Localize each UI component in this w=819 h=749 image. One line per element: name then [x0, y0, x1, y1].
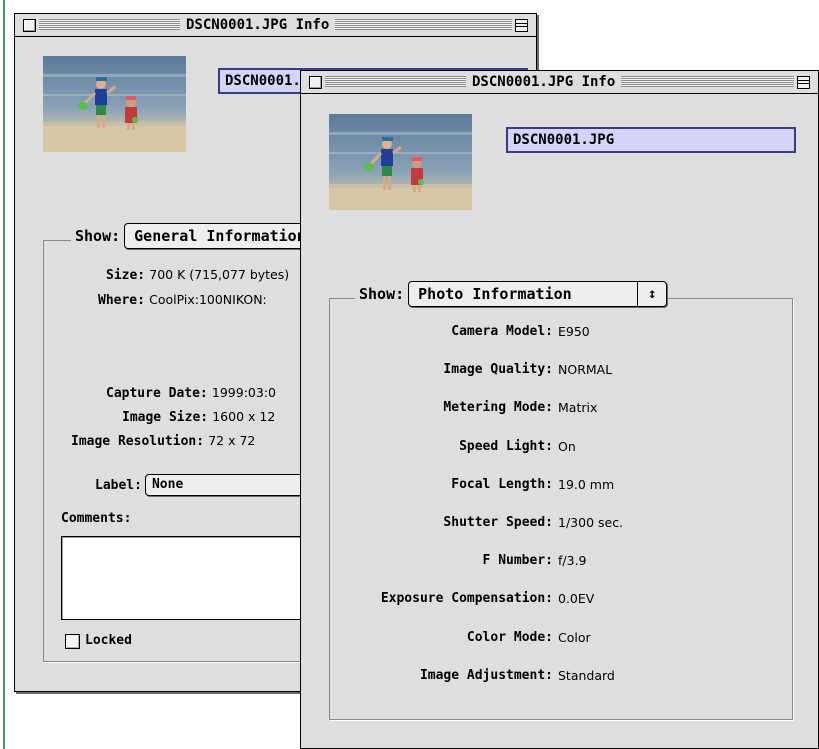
capture-date-row: Capture Date: 1999:03:0 — [106, 384, 276, 402]
photo-thumbnail — [43, 56, 186, 152]
locked-checkbox[interactable] — [65, 634, 80, 649]
photo-field-value: E950 — [558, 324, 590, 339]
name-field[interactable]: DSCN0001.JPG — [506, 127, 796, 153]
photo-field-label: Color Mode: — [466, 629, 553, 645]
photo-field-value: 1/300 sec. — [558, 515, 624, 530]
capture-date-label: Capture Date: — [106, 386, 208, 401]
photo-field-label: F Number: — [482, 553, 553, 569]
locked-row: Locked — [85, 632, 132, 650]
image-resolution-value: 72 x 72 — [208, 433, 256, 448]
photo-thumbnail — [329, 114, 472, 210]
show-label: Show: — [71, 227, 125, 245]
photo-field-row: Color Mode: Color — [301, 629, 819, 647]
label-popup-value: None — [151, 477, 184, 492]
photo-field-row: Shutter Speed: 1/300 sec. — [301, 514, 819, 532]
size-label: Size: — [106, 268, 146, 283]
comments-label: Comments: — [61, 511, 132, 526]
photo-field-label: Shutter Speed: — [443, 515, 553, 530]
photo-field-label: Metering Mode: — [443, 400, 553, 416]
where-value: CoolPix:100NIKON: — [149, 292, 267, 307]
photo-field-value: Standard — [558, 667, 615, 683]
photo-field-label: Focal Length: — [451, 476, 553, 492]
image-resolution-row: Image Resolution: 72 x 72 — [71, 432, 255, 450]
show-row: Show: Photo Information ↕ — [355, 281, 668, 307]
photo-field-row: Focal Length: 19.0 mm — [301, 476, 819, 494]
photo-field-row: Exposure Compensation: 0.0EV — [301, 590, 819, 608]
photo-field-value: Color — [558, 629, 591, 645]
back-title-bar[interactable]: DSCN0001.JPG Info — [15, 14, 536, 37]
close-box-icon[interactable] — [23, 19, 36, 32]
close-box-icon[interactable] — [309, 76, 322, 89]
size-row: Size: 700 K (715,077 bytes) — [106, 266, 289, 284]
where-row: Where: CoolPix:100NIKON: — [98, 291, 267, 309]
photo-field-value: 0.0EV — [558, 591, 595, 607]
photo-field-value: Matrix — [558, 400, 598, 416]
photo-field-value: 19.0 mm — [558, 476, 615, 492]
locked-label: Locked — [85, 633, 132, 648]
photo-field-row: Image Quality: NORMAL — [301, 361, 819, 379]
photo-field-label: Image Adjustment: — [419, 667, 553, 683]
window-title: DSCN0001.JPG Info — [180, 16, 336, 34]
image-resolution-label: Image Resolution: — [71, 434, 205, 449]
photo-field-row: F Number: f/3.9 — [301, 552, 819, 570]
window-title: DSCN0001.JPG Info — [466, 73, 622, 91]
image-size-row: Image Size: 1600 x 12 — [122, 408, 275, 426]
popup-arrows-icon: ↕ — [637, 282, 666, 306]
show-popup-value: Photo Information — [418, 285, 572, 303]
front-title-bar[interactable]: DSCN0001.JPG Info — [301, 71, 818, 94]
photo-field-value: f/3.9 — [558, 553, 587, 569]
zoom-box-icon[interactable] — [515, 19, 528, 32]
show-label: Show: — [355, 285, 409, 303]
label-label: Label: — [95, 477, 142, 493]
photo-field-row: Image Adjustment: Standard — [301, 667, 819, 685]
image-size-value: 1600 x 12 — [212, 409, 276, 424]
photo-field-label: Camera Model: — [451, 324, 553, 339]
show-popup-value: General Information — [134, 227, 306, 245]
photo-field-label: Exposure Compensation: — [380, 591, 553, 607]
front-info-window[interactable]: DSCN0001.JPG Info DSCN0001.JPG Show: Pho… — [300, 70, 819, 749]
photo-field-label: Speed Light: — [459, 438, 553, 454]
comments-row: Comments: — [61, 510, 131, 528]
photo-field-row: Speed Light: On — [301, 438, 819, 456]
photo-field-row: Camera Model: E950 — [301, 323, 819, 341]
photo-field-value: On — [558, 438, 576, 454]
photo-field-row: Metering Mode: Matrix — [301, 399, 819, 417]
capture-date-value: 1999:03:0 — [211, 385, 276, 400]
size-value: 700 K (715,077 bytes) — [149, 267, 290, 282]
where-label: Where: — [98, 293, 145, 308]
photo-field-value: NORMAL — [558, 362, 613, 378]
photo-field-label: Image Quality: — [443, 362, 553, 378]
zoom-box-icon[interactable] — [797, 76, 810, 89]
page-rule — [3, 0, 5, 749]
show-popup[interactable]: Photo Information ↕ — [408, 281, 668, 307]
image-size-label: Image Size: — [122, 410, 209, 425]
